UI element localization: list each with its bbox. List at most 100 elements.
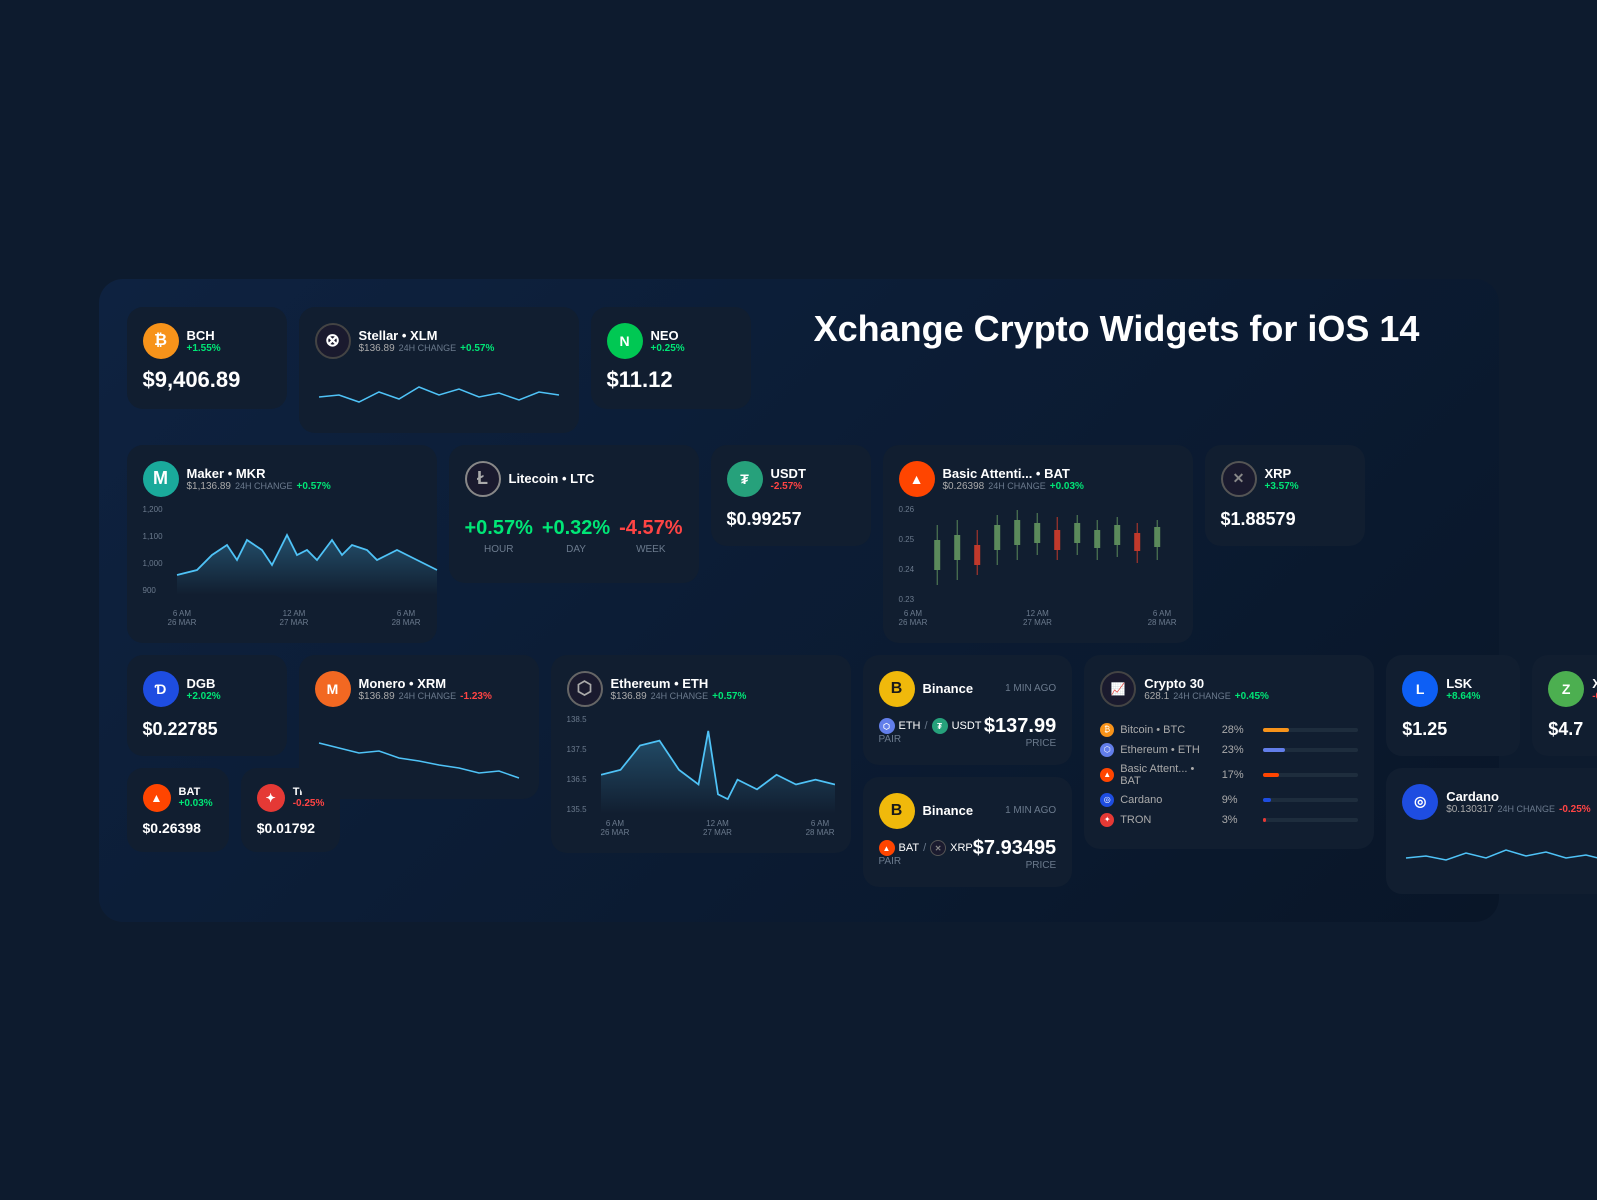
lsk-widget: L LSK +8.64% $1.25 <box>1386 655 1520 756</box>
maker-chart <box>168 505 446 595</box>
eth-x2: 12 AM27 MAR <box>703 819 732 837</box>
crypto30-icon: 📈 <box>1100 671 1136 707</box>
bat-bottom-icon: ▲ <box>143 784 171 812</box>
tron-icon: ✦ <box>257 784 285 812</box>
bch-widget: ₿ BCH +1.55% $9,406.89 <box>127 307 287 409</box>
tron-price: $0.01792 <box>257 820 325 836</box>
usdt-price: $0.99257 <box>727 509 855 530</box>
ada-mini-icon: ◎ <box>1100 793 1114 807</box>
eth-mini-icon: ⬡ <box>1100 743 1114 757</box>
stellar-chart <box>315 367 563 417</box>
cardano-name: Cardano <box>1446 789 1590 804</box>
neo-icon: N <box>607 323 643 359</box>
xzc-icon: Z <box>1548 671 1584 707</box>
binance-eth-time: 1 MIN AGO <box>1005 683 1056 694</box>
eth-y4: 135.5 <box>567 805 597 814</box>
crypto30-value: 628.1 <box>1144 691 1169 702</box>
eth-chart <box>601 715 835 815</box>
binance-bat-pair2-icon: ✕ <box>930 840 946 856</box>
eth-y2: 137.5 <box>567 745 597 754</box>
neo-change: +0.25% <box>651 343 685 354</box>
crypto30-name: Crypto 30 <box>1144 676 1269 691</box>
eth-x3: 6 AM28 MAR <box>806 819 835 837</box>
maker-widget: M Maker • MKR $1,136.89 24H CHANGE +0.57… <box>127 445 437 643</box>
xrp-icon: ✕ <box>1221 461 1257 497</box>
bat-x1: 6 AM26 MAR <box>899 609 928 627</box>
bch-name: BCH <box>187 328 221 343</box>
binance-eth-widget: B Binance 1 MIN AGO ⬡ ETH / ₮ USDT <box>863 655 1073 765</box>
ltc-hour-label: HOUR <box>465 544 533 555</box>
maker-x2: 12 AM27 MAR <box>280 609 309 627</box>
xzc-name: XZC <box>1592 676 1597 691</box>
cardano-price: $0.130317 <box>1446 804 1493 815</box>
binance-bat-price: $7.93495 <box>973 837 1056 860</box>
ltc-name: Litecoin • LTC <box>509 471 595 486</box>
ltc-widget: Ł Litecoin • LTC +0.57% HOUR +0.32% DAY … <box>449 445 699 583</box>
eth-y1: 138.5 <box>567 715 597 724</box>
bat-bottom-price: $0.26398 <box>143 820 213 836</box>
stellar-change: +0.57% <box>460 343 494 354</box>
bch-price: $9,406.89 <box>143 367 271 393</box>
lsk-price: $1.25 <box>1402 719 1504 740</box>
crypto30-widget: 📈 Crypto 30 628.1 24H CHANGE +0.45% ₿ Bi… <box>1084 655 1374 849</box>
cardano-chart <box>1402 828 1597 878</box>
crypto30-trx: ✦ TRON 3% <box>1100 813 1358 827</box>
binance-eth-icon: B <box>879 671 915 707</box>
maker-price: $1,136.89 <box>187 481 232 492</box>
maker-change-label: 24H CHANGE <box>235 481 293 491</box>
bat-top-change-label: 24H CHANGE <box>988 481 1046 491</box>
dgb-change: +2.02% <box>187 691 221 702</box>
binance-eth-pair1: ETH <box>899 720 921 732</box>
binance-eth-pair2: USDT <box>952 720 982 732</box>
stellar-widget: ⊗ Stellar • XLM $136.89 24H CHANGE +0.57… <box>299 307 579 433</box>
usdt-widget: ₮ USDT -2.57% $0.99257 <box>711 445 871 546</box>
bat-y4: 0.23 <box>899 595 915 604</box>
xzc-change: -0.21% <box>1592 691 1597 702</box>
binance-bat-pair-label: PAIR <box>879 856 973 867</box>
stellar-icon: ⊗ <box>315 323 351 359</box>
bat-top-icon: ▲ <box>899 461 935 497</box>
eth-y3: 136.5 <box>567 775 597 784</box>
xzc-price: $4.7 <box>1548 719 1597 740</box>
eth-change: +0.57% <box>712 691 746 702</box>
bat-y2: 0.25 <box>899 535 915 544</box>
stellar-change-label: 24H CHANGE <box>399 343 457 353</box>
ltc-icon: Ł <box>465 461 501 497</box>
bat-top-change: +0.03% <box>1050 481 1084 492</box>
dashboard: ₿ BCH +1.55% $9,406.89 ⊗ Stellar • XLM $… <box>99 279 1499 922</box>
monero-change: -1.23% <box>460 691 492 702</box>
binance-eth-pair2-icon: ₮ <box>932 718 948 734</box>
eth-change-label: 24H CHANGE <box>651 691 709 701</box>
monero-change-label: 24H CHANGE <box>399 691 457 701</box>
xrp-widget: ✕ XRP +3.57% $1.88579 <box>1205 445 1365 546</box>
maker-icon: M <box>143 461 179 497</box>
bat-top-widget: ▲ Basic Attenti... • BAT $0.26398 24H CH… <box>883 445 1193 643</box>
crypto30-list: ₿ Bitcoin • BTC 28% ⬡ Ethereum • ETH 23%… <box>1100 723 1358 833</box>
cardano-icon: ◎ <box>1402 784 1438 820</box>
monero-widget: M Monero • XRM $136.89 24H CHANGE -1.23% <box>299 655 539 799</box>
eth-widget: ⬡ Ethereum • ETH $136.89 24H CHANGE +0.5… <box>551 655 851 853</box>
bat-y3: 0.24 <box>899 565 915 574</box>
cardano-widget: ◎ Cardano $0.130317 24H CHANGE -0.25% <box>1386 768 1597 894</box>
ltc-day-label: DAY <box>542 544 610 555</box>
stellar-price: $136.89 <box>359 343 395 354</box>
bch-icon: ₿ <box>143 323 179 359</box>
binance-bat-icon: B <box>879 793 915 829</box>
binance-bat-widget: B Binance 1 MIN AGO ▲ BAT / ✕ XRP <box>863 777 1073 887</box>
ltc-week-label: WEEK <box>619 544 682 555</box>
crypto30-btc: ₿ Bitcoin • BTC 28% <box>1100 723 1358 737</box>
bat-bottom-change: +0.03% <box>179 798 213 809</box>
crypto30-change-label: 24H CHANGE <box>1173 691 1231 701</box>
bat-y1: 0.26 <box>899 505 915 514</box>
ltc-day-pct: +0.32% <box>542 517 610 540</box>
binance-eth-price-label: PRICE <box>984 738 1056 749</box>
dgb-icon: Ɗ <box>143 671 179 707</box>
binance-bat-name: Binance <box>923 803 974 818</box>
ltc-hour-pct: +0.57% <box>465 517 533 540</box>
cardano-change: -0.25% <box>1559 804 1591 815</box>
bch-change: +1.55% <box>187 343 221 354</box>
bat-top-price: $0.26398 <box>943 481 985 492</box>
dgb-widget: Ɗ DGB +2.02% $0.22785 <box>127 655 287 756</box>
xzc-widget: Z XZC -0.21% $4.7 <box>1532 655 1597 756</box>
usdt-change: -2.57% <box>771 481 806 492</box>
